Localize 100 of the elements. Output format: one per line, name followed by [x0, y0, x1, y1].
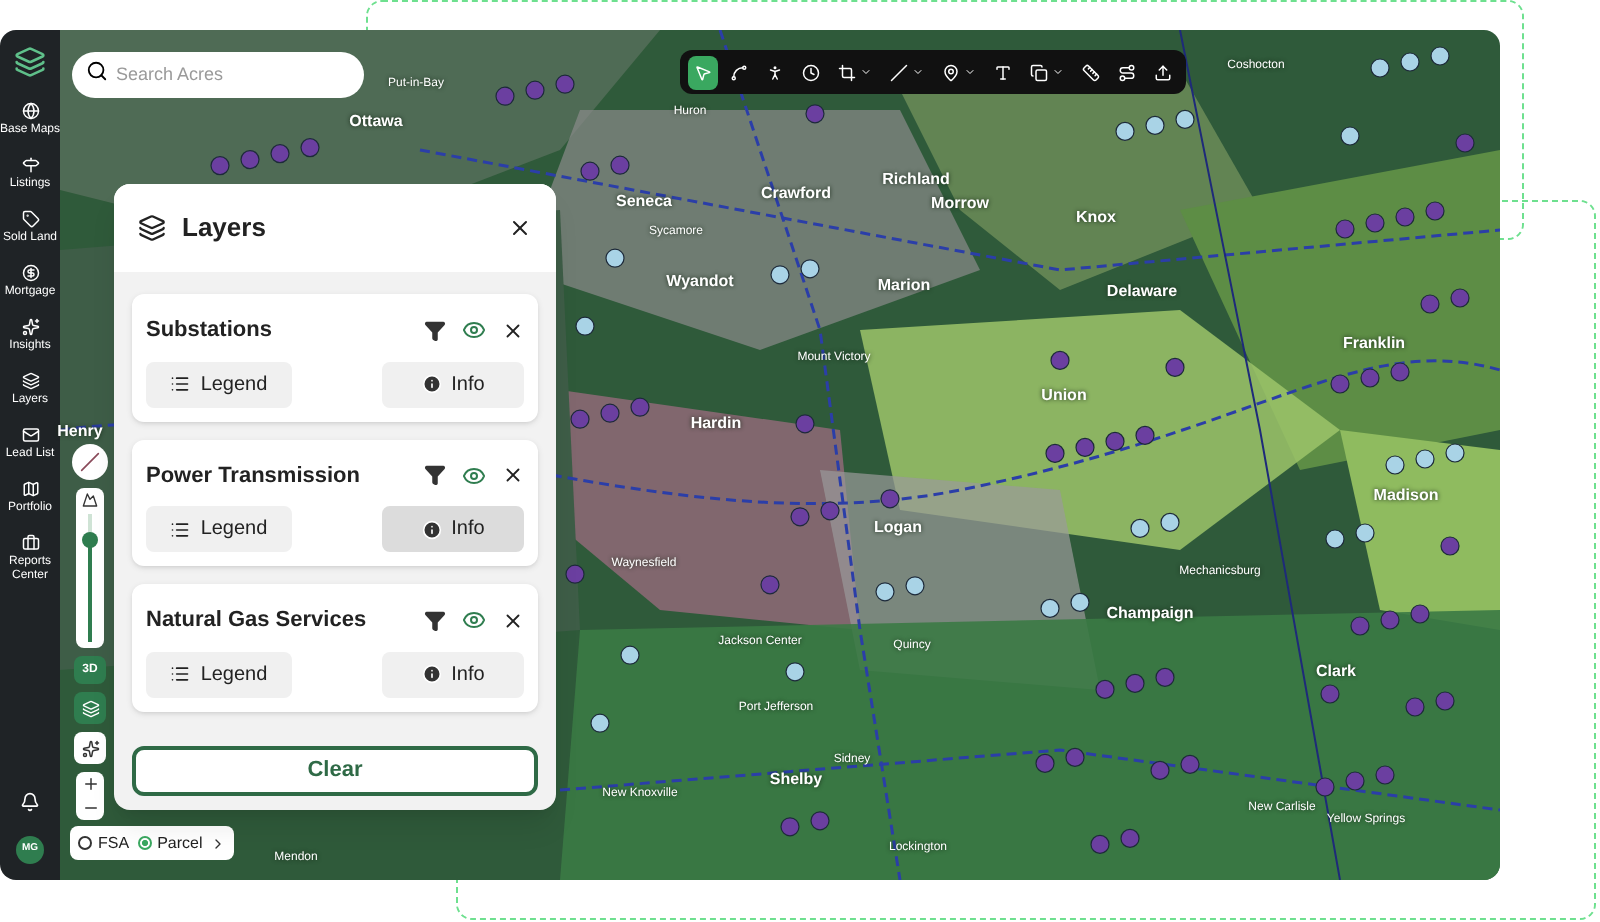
- map-marker[interactable]: [780, 817, 800, 837]
- map-marker[interactable]: [1065, 747, 1085, 767]
- layers-button[interactable]: [74, 692, 106, 724]
- map-marker[interactable]: [805, 104, 825, 124]
- map-marker[interactable]: [1340, 126, 1360, 146]
- map-marker[interactable]: [1360, 368, 1380, 388]
- tilt-slider[interactable]: [76, 488, 104, 648]
- map-marker[interactable]: [820, 501, 840, 521]
- zoom-in-icon[interactable]: [81, 772, 99, 796]
- map-marker[interactable]: [210, 156, 230, 176]
- radio-option[interactable]: Parcel: [137, 831, 203, 855]
- map-marker[interactable]: [1320, 684, 1340, 704]
- map-marker[interactable]: [525, 80, 545, 100]
- map-marker[interactable]: [1455, 133, 1475, 153]
- map-marker[interactable]: [905, 576, 925, 596]
- map-marker[interactable]: [1420, 294, 1440, 314]
- map-marker[interactable]: [1165, 357, 1185, 377]
- map-marker[interactable]: [795, 414, 815, 434]
- map-marker[interactable]: [880, 489, 900, 509]
- map-marker[interactable]: [240, 150, 260, 170]
- map-marker[interactable]: [875, 582, 895, 602]
- map-marker[interactable]: [580, 161, 600, 181]
- legend-button[interactable]: Legend: [146, 361, 292, 407]
- map-marker[interactable]: [620, 645, 640, 665]
- map-marker[interactable]: [1380, 610, 1400, 630]
- map-marker[interactable]: [1040, 598, 1060, 618]
- map-marker[interactable]: [770, 265, 790, 285]
- map-marker[interactable]: [1130, 518, 1150, 538]
- legend-button[interactable]: Legend: [146, 506, 292, 552]
- map-marker[interactable]: [1135, 425, 1155, 445]
- map-marker[interactable]: [1180, 754, 1200, 774]
- map-marker[interactable]: [1400, 52, 1420, 72]
- eye-icon[interactable]: [462, 463, 486, 488]
- map-marker[interactable]: [1435, 691, 1455, 711]
- map-marker[interactable]: [1325, 529, 1345, 549]
- map-marker[interactable]: [1125, 673, 1145, 693]
- map-marker[interactable]: [810, 811, 830, 831]
- close-icon[interactable]: [508, 216, 532, 240]
- map-marker[interactable]: [1395, 207, 1415, 227]
- filter-icon[interactable]: [424, 464, 446, 487]
- map-marker[interactable]: [1445, 443, 1465, 463]
- filter-icon[interactable]: [424, 319, 446, 342]
- map-marker[interactable]: [1155, 667, 1175, 687]
- map-marker[interactable]: [790, 507, 810, 527]
- map-marker[interactable]: [1345, 771, 1365, 791]
- map-marker[interactable]: [1160, 512, 1180, 532]
- map-marker[interactable]: [1430, 46, 1450, 66]
- map-marker[interactable]: [785, 662, 805, 682]
- eye-icon[interactable]: [462, 318, 486, 343]
- map-marker[interactable]: [300, 138, 320, 158]
- map-marker[interactable]: [1355, 523, 1375, 543]
- insights-button[interactable]: [74, 732, 106, 764]
- bell-icon[interactable]: [20, 792, 40, 812]
- map-marker[interactable]: [1390, 362, 1410, 382]
- map-marker[interactable]: [1365, 213, 1385, 233]
- map-marker[interactable]: [570, 409, 590, 429]
- map-marker[interactable]: [1095, 679, 1115, 699]
- map-marker[interactable]: [1410, 604, 1430, 624]
- map-marker[interactable]: [605, 248, 625, 268]
- legend-button[interactable]: Legend: [146, 651, 292, 697]
- eye-icon[interactable]: [462, 608, 486, 633]
- map-marker[interactable]: [1150, 760, 1170, 780]
- slider-thumb[interactable]: [82, 531, 98, 548]
- map-marker[interactable]: [1335, 219, 1355, 239]
- map-marker[interactable]: [270, 144, 290, 164]
- map-marker[interactable]: [1035, 753, 1055, 773]
- map-marker[interactable]: [600, 403, 620, 423]
- map-marker[interactable]: [590, 713, 610, 733]
- map-marker[interactable]: [1175, 109, 1195, 129]
- map-marker[interactable]: [565, 564, 585, 584]
- map-marker[interactable]: [1330, 374, 1350, 394]
- map-marker[interactable]: [610, 155, 630, 175]
- map-marker[interactable]: [1070, 592, 1090, 612]
- info-button[interactable]: Info: [382, 361, 524, 407]
- map-marker[interactable]: [1370, 58, 1390, 78]
- map-marker[interactable]: [1145, 115, 1165, 135]
- map-marker[interactable]: [1450, 288, 1470, 308]
- map-marker[interactable]: [1440, 536, 1460, 556]
- map-marker[interactable]: [1315, 777, 1335, 797]
- info-button[interactable]: Info: [382, 506, 524, 552]
- search-field[interactable]: Search Acres: [72, 51, 364, 97]
- map-marker[interactable]: [575, 316, 595, 336]
- map-marker[interactable]: [1415, 449, 1435, 469]
- map-marker[interactable]: [1075, 437, 1095, 457]
- map-marker[interactable]: [1115, 121, 1135, 141]
- map-marker[interactable]: [555, 74, 575, 94]
- map-marker[interactable]: [1090, 834, 1110, 854]
- clear-button[interactable]: Clear: [132, 746, 538, 796]
- filter-icon[interactable]: [424, 609, 446, 632]
- map-marker[interactable]: [1375, 765, 1395, 785]
- map-marker[interactable]: [1105, 431, 1125, 451]
- radio-option[interactable]: FSA: [78, 831, 130, 855]
- close-icon[interactable]: [502, 464, 524, 487]
- map-marker[interactable]: [1425, 201, 1445, 221]
- map-marker[interactable]: [1050, 350, 1070, 370]
- map-marker[interactable]: [800, 259, 820, 279]
- map-marker[interactable]: [760, 575, 780, 595]
- map-marker[interactable]: [630, 397, 650, 417]
- map-marker[interactable]: [1120, 828, 1140, 848]
- info-button[interactable]: Info: [382, 651, 524, 697]
